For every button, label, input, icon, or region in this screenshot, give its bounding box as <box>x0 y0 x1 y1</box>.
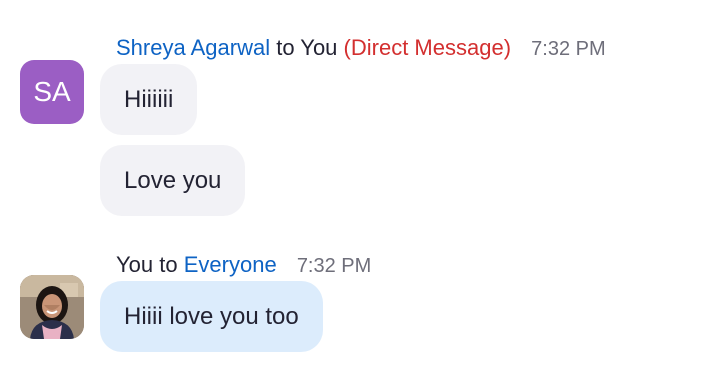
message-header-1: Shreya Agarwal to You (Direct Message) 7… <box>116 34 606 63</box>
recipient-name: You <box>300 35 338 60</box>
recipient-name[interactable]: Everyone <box>184 252 277 277</box>
to-connector: to <box>276 35 295 60</box>
message-header-2: You to Everyone 7:32 PM <box>116 251 371 280</box>
to-connector: to <box>159 252 178 277</box>
message-bubble[interactable]: Hiiiiii <box>100 64 198 135</box>
direct-message-tag: (Direct Message) <box>343 35 512 60</box>
message-time: 7:32 PM <box>296 255 372 277</box>
message-bubble[interactable]: Love you <box>100 145 246 216</box>
user-photo-icon[interactable] <box>20 275 84 339</box>
message-text: Hiiii love you too <box>124 302 299 330</box>
chat-panel: Shreya Agarwal to You (Direct Message) 7… <box>0 0 728 368</box>
message-text: Love you <box>124 166 222 194</box>
message-text: Hiiiiii <box>124 85 174 113</box>
message-time: 7:32 PM <box>531 38 606 60</box>
sender-name: You <box>116 252 154 277</box>
sender-name[interactable]: Shreya Agarwal <box>116 35 270 60</box>
avatar-initials: SA <box>33 76 71 107</box>
avatar[interactable]: SA <box>20 60 84 124</box>
message-bubble[interactable]: Hiiii love you too <box>100 281 323 352</box>
